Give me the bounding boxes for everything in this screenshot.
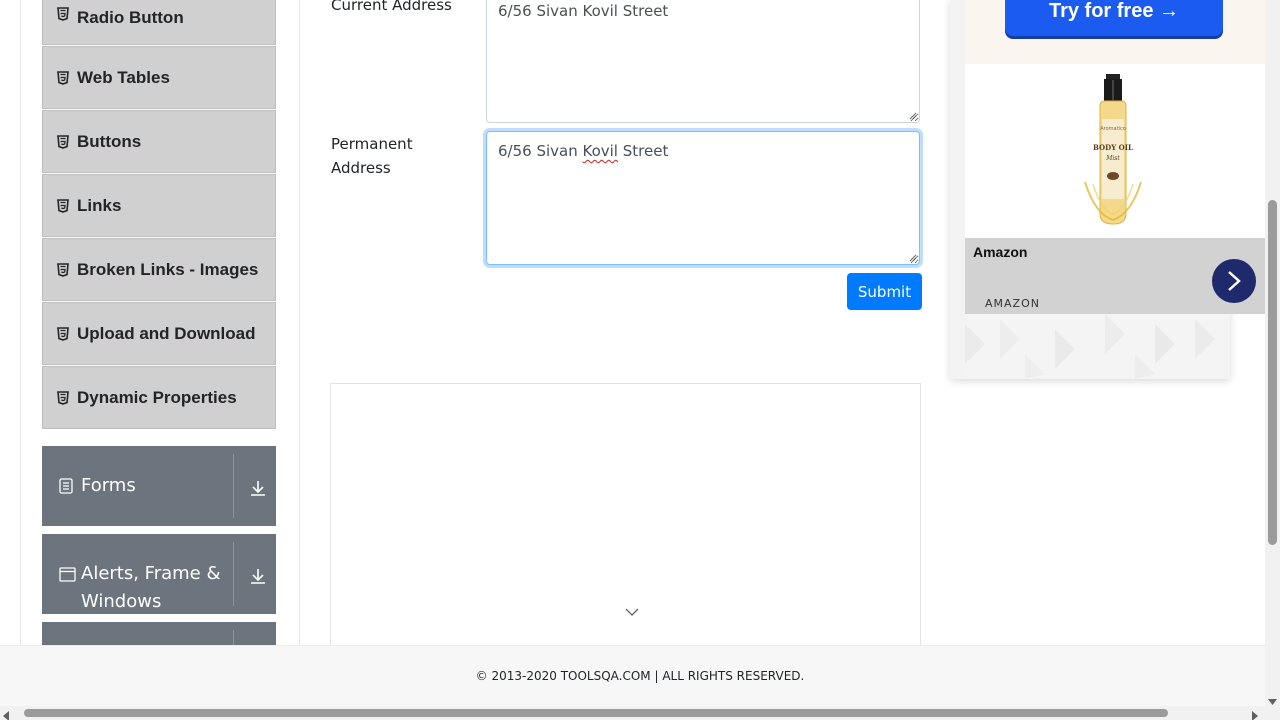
html5-icon [57,134,69,149]
current-address-textarea[interactable]: 6/56 Sivan Kovil Street [486,0,920,123]
html5-icon [57,70,69,85]
misspelled-word: Kovil [582,142,618,160]
sidebar-item-label: Buttons [77,131,142,151]
footer-copyright: © 2013-2020 TOOLSQA.COM | ALL RIGHTS RES… [475,669,805,683]
permanent-address-label-line1: Permanent [331,135,413,153]
sidebar-item-links[interactable]: Links [42,174,276,237]
current-address-label: Current Address [331,0,452,14]
product-name-2: Mist [1105,155,1120,162]
vertical-scrollbar[interactable] [1265,0,1280,706]
sidebar-item-dynamic-properties[interactable]: Dynamic Properties [42,366,276,429]
chevron-down-icon[interactable] [625,603,639,621]
permanent-address-value: 6/56 Sivan Kovil Street [498,140,668,162]
scroll-right-arrow-icon[interactable] [1252,708,1258,720]
sidebar-item-label: Links [77,195,122,215]
scroll-left-arrow-icon[interactable] [3,708,9,720]
sidebar-group-alerts-frame-windows[interactable]: Alerts, Frame & Windows [42,534,276,614]
sidebar-item-label: Upload and Download [77,323,256,343]
ad-source: AMAZON [985,297,1040,310]
sidebar-item-label: Broken Links - Images [77,259,259,279]
sidebar-group-label-line1: Alerts, Frame & [81,563,221,584]
sidebar-item-web-tables[interactable]: Web Tables [42,46,276,109]
resize-grip-icon[interactable] [909,254,917,262]
vertical-scroll-thumb[interactable] [1268,200,1277,545]
sidebar-divider [299,0,300,645]
sidebar-item-label: Radio Button [77,7,184,27]
product-name-1: BODY OIL [1093,143,1133,152]
sidebar-item-radio-button[interactable]: Radio Button [42,0,276,45]
ad-background-pattern [965,314,1215,379]
group-separator [233,542,234,606]
sidebar-item-label: Web Tables [77,67,170,87]
html5-icon [57,262,69,277]
permanent-address-label-line2: Address [331,159,391,177]
page-border-left [20,0,21,645]
group-separator [233,630,234,645]
ad-info-bar[interactable]: Amazon AMAZON [965,238,1265,314]
submit-button[interactable]: Submit [847,273,922,310]
download-arrow-icon[interactable] [249,479,267,502]
value-segment: Street [617,142,669,160]
ad-pattern-area [965,314,1230,379]
sidebar-item-label: Dynamic Properties [77,387,237,407]
ad-product-image[interactable]: Aromatico BODY OIL Mist [965,64,1265,238]
current-address-value: 6/56 Sivan Kovil Street [498,2,669,20]
html5-icon [57,6,69,21]
ad-next-button[interactable] [1212,259,1256,303]
sidebar-item-upload-download[interactable]: Upload and Download [42,302,276,365]
try-for-free-button[interactable]: Try for free → [1005,0,1223,36]
chevron-right-icon [1228,271,1241,291]
product-brand: Aromatico [1100,126,1126,132]
resize-grip-icon[interactable] [909,112,917,120]
browser-window-icon [59,567,76,587]
horizontal-scrollbar[interactable] [0,706,1265,720]
sidebar-item-buttons[interactable]: Buttons [42,110,276,173]
html5-icon [57,198,69,213]
sidebar-group-forms[interactable]: Forms [42,446,276,526]
html5-icon [57,390,69,405]
download-arrow-icon[interactable] [249,567,267,590]
page-footer: © 2013-2020 TOOLSQA.COM | ALL RIGHTS RES… [0,645,1280,706]
sidebar-item-broken-links[interactable]: Broken Links - Images [42,238,276,301]
value-segment: 6/56 Sivan [498,142,583,160]
advertiser-name: Amazon [973,244,1028,260]
sidebar-group-partial[interactable] [42,622,276,645]
permanent-address-textarea[interactable]: 6/56 Sivan Kovil Street [486,131,920,265]
html5-icon [57,326,69,341]
sidebar-group-label-line2: Windows [81,591,162,612]
sidebar-group-label: Forms [81,475,136,496]
document-icon [59,478,73,499]
output-area [330,383,921,645]
scrollbar-corner [1265,706,1280,720]
horizontal-scroll-thumb[interactable] [24,709,1168,717]
product-bottle-image: Aromatico BODY OIL Mist [1084,74,1142,225]
group-separator [233,454,234,518]
